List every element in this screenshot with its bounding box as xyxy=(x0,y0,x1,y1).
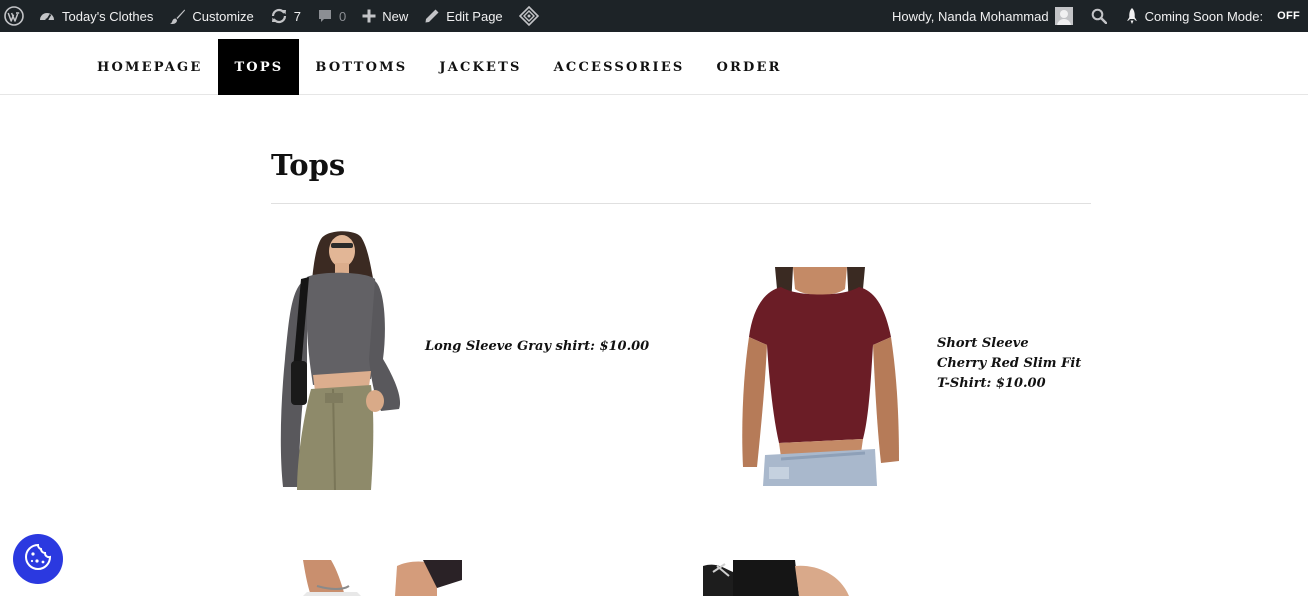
paintbrush-icon xyxy=(169,8,186,25)
wordpress-logo-icon[interactable] xyxy=(0,0,30,32)
coming-soon-label: Coming Soon Mode: xyxy=(1144,8,1264,24)
rocket-icon xyxy=(1125,7,1139,25)
nav-item-accessories[interactable]: ACCESSORIES xyxy=(538,39,701,95)
nav-item-homepage[interactable]: HOMEPAGE xyxy=(81,39,218,95)
comments-count: 0 xyxy=(339,8,347,24)
nav-item-order[interactable]: ORDER xyxy=(701,39,798,95)
diamond-logo-icon xyxy=(518,6,539,26)
account-greeting: Howdy, Nanda Mohammad xyxy=(892,8,1049,24)
nav-item-jackets[interactable]: JACKETS xyxy=(423,39,537,95)
customize-label: Customize xyxy=(192,8,254,24)
site-navigation: HOMEPAGE TOPS BOTTOMS JACKETS ACCESSORIE… xyxy=(0,32,1308,95)
product-image-black-top[interactable] xyxy=(703,560,851,596)
edit-page-link[interactable]: Edit Page xyxy=(416,0,510,32)
my-account-link[interactable]: Howdy, Nanda Mohammad xyxy=(884,0,1081,32)
updates-link[interactable]: 7 xyxy=(262,0,309,32)
coming-soon-state: OFF xyxy=(1277,10,1300,22)
product-caption-gray-shirt: Long Sleeve Gray shirt: $10.00 xyxy=(425,339,650,354)
search-icon xyxy=(1091,8,1107,24)
product-image-gray-shirt[interactable] xyxy=(271,229,406,490)
edit-page-label: Edit Page xyxy=(446,8,503,24)
nav-item-tops[interactable]: TOPS xyxy=(218,39,300,95)
site-name-link[interactable]: Today's Clothes xyxy=(30,0,161,32)
plus-icon xyxy=(362,9,376,23)
pencil-icon xyxy=(424,8,440,24)
product-caption-cherry-tee: Short Sleeve Cherry Red Slim Fit T-Shirt… xyxy=(937,336,1082,391)
new-content-link[interactable]: New xyxy=(354,0,416,32)
refresh-icon xyxy=(270,7,288,25)
admin-bar-right: Howdy, Nanda Mohammad Coming Soon Mode: … xyxy=(884,0,1308,32)
admin-bar-left: Today's Clothes Customize 7 0 New Edit P… xyxy=(0,0,547,32)
new-label: New xyxy=(382,8,409,24)
comment-bubble-icon xyxy=(317,8,333,24)
updates-count: 7 xyxy=(293,8,302,24)
cookie-icon xyxy=(23,542,53,577)
cookie-settings-button[interactable] xyxy=(13,534,63,584)
plugin-diamond-link[interactable] xyxy=(511,0,547,32)
product-image-cherry-tee[interactable] xyxy=(735,267,905,486)
nav-item-bottoms[interactable]: BOTTOMS xyxy=(299,39,423,95)
avatar xyxy=(1054,7,1073,25)
title-divider xyxy=(271,203,1091,204)
comments-link[interactable]: 0 xyxy=(309,0,354,32)
customize-link[interactable]: Customize xyxy=(161,0,261,32)
coming-soon-toggle[interactable]: Coming Soon Mode: OFF xyxy=(1117,0,1308,32)
primary-menu: HOMEPAGE TOPS BOTTOMS JACKETS ACCESSORIE… xyxy=(81,39,798,95)
product-image-white-top[interactable] xyxy=(297,560,462,596)
page-title: Tops xyxy=(271,148,346,182)
site-name-label: Today's Clothes xyxy=(62,8,154,24)
dashboard-icon xyxy=(38,7,56,25)
admin-bar: Today's Clothes Customize 7 0 New Edit P… xyxy=(0,0,1308,32)
admin-search-button[interactable] xyxy=(1081,0,1117,32)
